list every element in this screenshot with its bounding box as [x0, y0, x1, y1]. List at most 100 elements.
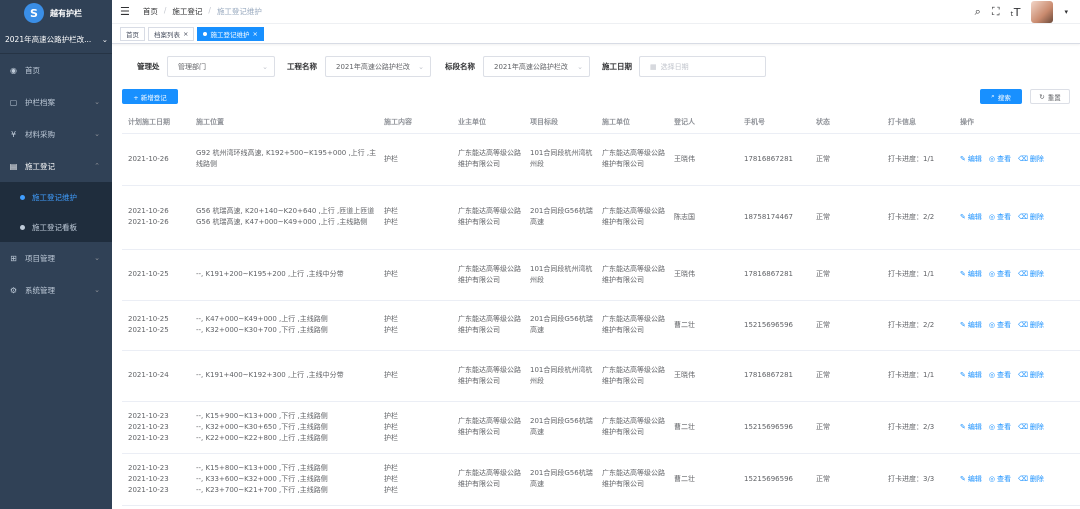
- edit-button[interactable]: ✎ 编辑: [960, 370, 982, 381]
- tag-label: 施工登记维护: [210, 30, 250, 39]
- sidebar-item-archive[interactable]: ▢ 护栏档案 ⌄: [0, 86, 112, 118]
- cell-actions: ✎ 编辑 ◎ 查看 ⌫ 删除: [954, 249, 1080, 301]
- avatar[interactable]: [1031, 1, 1054, 23]
- manage-select[interactable]: 管理部门 ⌄: [167, 56, 275, 77]
- delete-button[interactable]: ⌫ 删除: [1018, 269, 1044, 280]
- cell-location: --, K15+800~K13+000 ,下行 ,主线路侧 --, K33+60…: [190, 453, 378, 506]
- cell-section: 101合同段杭州湾杭州段: [524, 133, 596, 186]
- cell-location: G56 杭瑞高速, K20+140~K20+640 ,上行 ,匝道上匝道 G56…: [190, 185, 378, 250]
- cell-owner: 广东能达高等级公路维护有限公司: [452, 453, 524, 506]
- cell-location: --, K191+200~K195+200 ,上行 ,主线中分带: [190, 249, 378, 301]
- delete-button[interactable]: ⌫ 删除: [1018, 320, 1044, 331]
- search-icon[interactable]: ⌕: [975, 5, 981, 19]
- reset-button[interactable]: ↻ 重置: [1030, 89, 1070, 104]
- view-button[interactable]: ◎ 查看: [989, 269, 1011, 280]
- tag-construction-maintain[interactable]: 施工登记维护 ×: [197, 26, 264, 41]
- trash-icon: ⌫: [1017, 371, 1028, 379]
- delete-button[interactable]: ⌫ 删除: [1018, 370, 1044, 381]
- cell-person: 陈志国: [668, 185, 738, 250]
- sidebar-item-label: 施工登记看板: [32, 222, 77, 232]
- cell-phone: 17816867281: [738, 133, 810, 186]
- cell-person: 王晓伟: [668, 249, 738, 301]
- search-button[interactable]: ⌕ 搜索: [980, 89, 1022, 104]
- tags-view: 首页 档案列表 × 施工登记维护 ×: [112, 24, 1080, 44]
- cell-date: 2021-10-26: [122, 133, 190, 186]
- close-icon[interactable]: ×: [183, 30, 188, 38]
- table-header-row: 计划施工日期 施工位置 施工内容 业主单位 项目标段 施工单位 登记人 手机号 …: [122, 112, 1080, 134]
- cell-clock: 打卡进度：1/1: [882, 133, 954, 186]
- manage-label: 管理处: [137, 62, 160, 71]
- add-record-button[interactable]: + 新增登记: [122, 89, 178, 104]
- edit-button[interactable]: ✎ 编辑: [960, 212, 982, 223]
- calendar-icon: ▦: [650, 62, 657, 71]
- view-button[interactable]: ◎ 查看: [989, 154, 1011, 165]
- navbar-actions: ⌕ ⛶ ₜT ▾: [975, 0, 1068, 24]
- project-selector[interactable]: 2021年高速公路护栏改... ⌄: [0, 26, 112, 54]
- col-header-actions: 操作: [954, 112, 1080, 134]
- breadcrumb: 首页 / 施工登记 / 施工登记维护: [143, 6, 262, 17]
- font-size-icon[interactable]: ₜT: [1011, 6, 1021, 19]
- delete-button-label: 删除: [1029, 320, 1044, 329]
- sidebar-item-construction[interactable]: ▤ 施工登记 ⌃: [0, 150, 112, 182]
- sidebar-subitem-construction-maintain[interactable]: 施工登记维护: [0, 182, 112, 212]
- edit-button-label: 编辑: [967, 371, 982, 379]
- eye-icon: ◎: [988, 212, 995, 221]
- view-button[interactable]: ◎ 查看: [989, 320, 1011, 331]
- cell-person: 曹二壮: [668, 453, 738, 506]
- delete-button[interactable]: ⌫ 删除: [1018, 474, 1044, 485]
- cell-owner: 广东能达高等级公路维护有限公司: [452, 133, 524, 186]
- tag-home[interactable]: 首页: [120, 26, 145, 41]
- delete-button[interactable]: ⌫ 删除: [1018, 154, 1044, 165]
- view-button[interactable]: ◎ 查看: [989, 422, 1011, 433]
- edit-button[interactable]: ✎ 编辑: [960, 269, 982, 280]
- view-button[interactable]: ◎ 查看: [989, 212, 1011, 223]
- trash-icon: ⌫: [1017, 422, 1028, 431]
- project-select-value: 2021年高速公路护栏改: [336, 62, 410, 71]
- app-logo: S 越有护栏: [0, 0, 112, 26]
- date-picker[interactable]: ▦ 选择日期: [639, 56, 766, 77]
- project-selector-label: 2021年高速公路护栏改...: [5, 35, 92, 44]
- edit-button[interactable]: ✎ 编辑: [960, 422, 982, 433]
- edit-icon: ✎: [960, 320, 966, 329]
- edit-button[interactable]: ✎ 编辑: [960, 154, 982, 165]
- breadcrumb-item-home[interactable]: 首页: [143, 6, 158, 17]
- project-select[interactable]: 2021年高速公路护栏改 ⌄: [325, 56, 431, 77]
- view-button[interactable]: ◎ 查看: [989, 370, 1011, 381]
- col-header-date: 计划施工日期: [122, 112, 190, 134]
- sidebar-item-label: 材料采购: [25, 129, 55, 139]
- cell-owner: 广东能达高等级公路维护有限公司: [452, 249, 524, 301]
- manage-select-value: 管理部门: [178, 62, 206, 71]
- edit-button[interactable]: ✎ 编辑: [960, 474, 982, 485]
- fullscreen-icon[interactable]: ⛶: [992, 5, 1000, 19]
- cell-status: 正常: [810, 453, 882, 506]
- cell-owner: 广东能达高等级公路维护有限公司: [452, 350, 524, 402]
- view-button[interactable]: ◎ 查看: [989, 474, 1011, 485]
- cell-actions: ✎ 编辑 ◎ 查看 ⌫ 删除: [954, 133, 1080, 186]
- view-button-label: 查看: [996, 371, 1011, 379]
- edit-button[interactable]: ✎ 编辑: [960, 320, 982, 331]
- sidebar-item-system[interactable]: ⚙ 系统管理 ⌄: [0, 274, 112, 306]
- cell-clock: 打卡进度：2/3: [882, 401, 954, 454]
- chevron-down-icon[interactable]: ▾: [1064, 8, 1068, 16]
- breadcrumb-separator: /: [208, 6, 211, 15]
- tag-archive-list[interactable]: 档案列表 ×: [148, 26, 195, 41]
- section-select[interactable]: 2021年高速公路护栏改 ⌄: [483, 56, 590, 77]
- breadcrumb-item-construction[interactable]: 施工登记: [172, 6, 202, 17]
- tag-label: 档案列表: [154, 30, 180, 39]
- delete-button[interactable]: ⌫ 删除: [1018, 212, 1044, 223]
- cell-actions: ✎ 编辑 ◎ 查看 ⌫ 删除: [954, 350, 1080, 402]
- sidebar-item-purchase[interactable]: ¥ 材料采购 ⌄: [0, 118, 112, 150]
- hamburger-icon[interactable]: ☰: [120, 5, 130, 18]
- delete-button-label: 删除: [1029, 474, 1044, 483]
- delete-button[interactable]: ⌫ 删除: [1018, 422, 1044, 433]
- sidebar-item-label: 护栏档案: [25, 97, 55, 107]
- sidebar-item-home[interactable]: ◉ 首页: [0, 54, 112, 86]
- sidebar-item-project[interactable]: ⊞ 项目管理 ⌄: [0, 242, 112, 274]
- bullet-icon: [20, 194, 25, 200]
- cell-clock: 打卡进度：2/2: [882, 300, 954, 351]
- cell-clock: 打卡进度：2/2: [882, 185, 954, 250]
- close-icon[interactable]: ×: [252, 30, 257, 38]
- delete-button-label: 删除: [1029, 270, 1044, 278]
- sidebar-subitem-construction-board[interactable]: 施工登记看板: [0, 212, 112, 242]
- archive-icon: ▢: [9, 97, 18, 107]
